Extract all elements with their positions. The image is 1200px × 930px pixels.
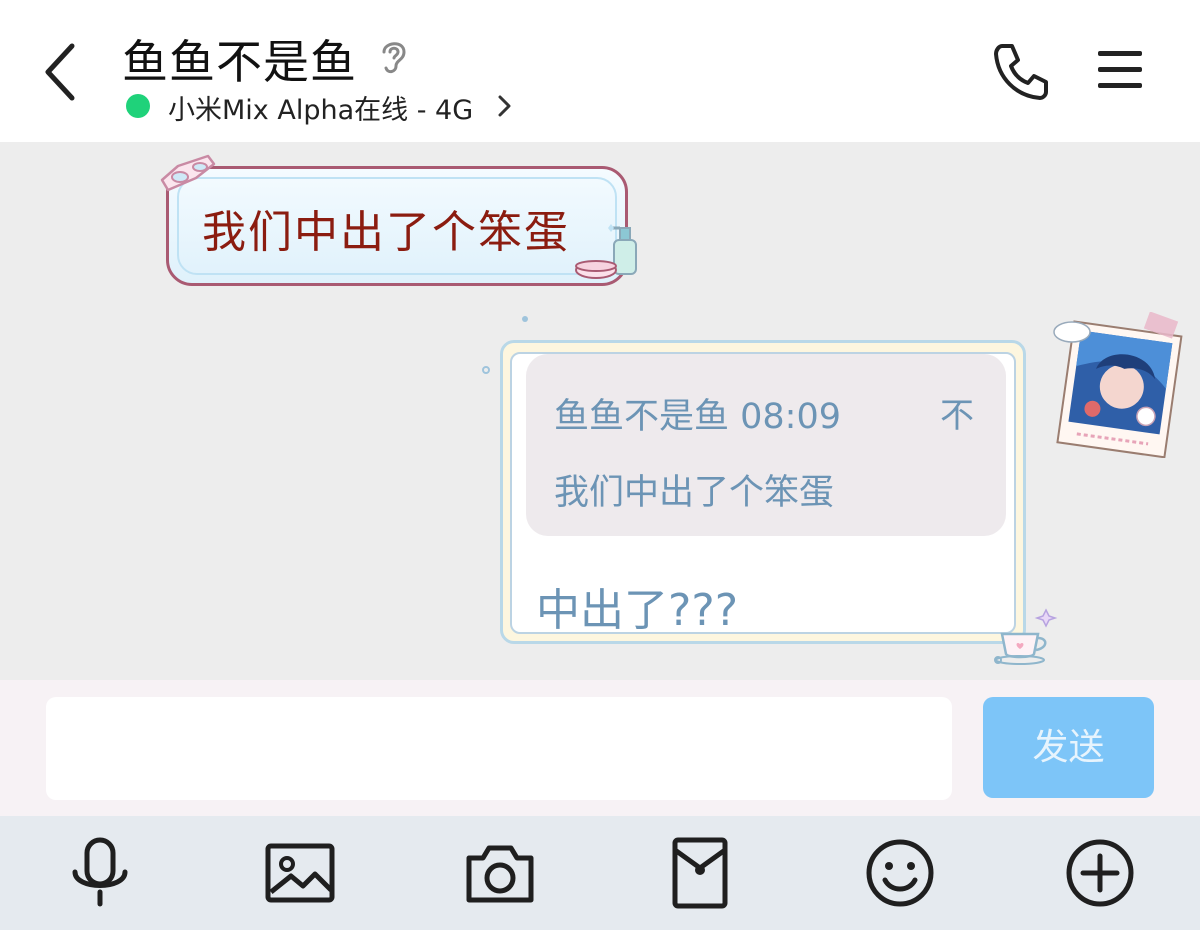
chat-title[interactable]: 鱼鱼不是鱼 <box>122 26 357 92</box>
chevron-right-icon[interactable] <box>494 92 514 120</box>
teacup-decoration-icon <box>994 608 1058 665</box>
received-message-text: 我们中出了个笨蛋 <box>202 207 570 258</box>
emoji-icon[interactable] <box>863 836 937 910</box>
user-avatar[interactable] <box>1050 312 1184 458</box>
quoted-message-meta: 鱼鱼不是鱼 08:09 <box>554 397 841 437</box>
online-status-text[interactable]: 小米Mix Alpha在线 - 4G <box>168 88 473 127</box>
ear-icon[interactable] <box>376 36 412 76</box>
camera-icon[interactable] <box>463 836 537 910</box>
online-status-dot <box>126 94 150 118</box>
decoration-circle <box>482 366 490 374</box>
quoted-message-text: 我们中出了个笨蛋 <box>554 473 835 513</box>
red-packet-icon[interactable] <box>663 836 737 910</box>
phone-icon[interactable] <box>990 40 1052 102</box>
add-icon[interactable] <box>1063 836 1137 910</box>
image-icon[interactable] <box>263 836 337 910</box>
quoted-message-char: 不 <box>940 396 974 436</box>
back-arrow-icon[interactable] <box>30 36 90 106</box>
goggles-decoration-icon <box>160 154 216 192</box>
menu-icon[interactable] <box>1096 48 1144 92</box>
microphone-icon[interactable] <box>63 836 137 910</box>
chat-header: 鱼鱼不是鱼 小米Mix Alpha在线 - 4G <box>0 0 1200 142</box>
soap-bottle-decoration-icon <box>575 224 637 279</box>
sent-message-text: 中出了??? <box>536 585 739 636</box>
decoration-dot <box>522 316 528 322</box>
send-button[interactable]: 发送 <box>983 697 1154 798</box>
bottom-toolbar <box>0 816 1200 930</box>
message-input[interactable] <box>46 697 952 800</box>
